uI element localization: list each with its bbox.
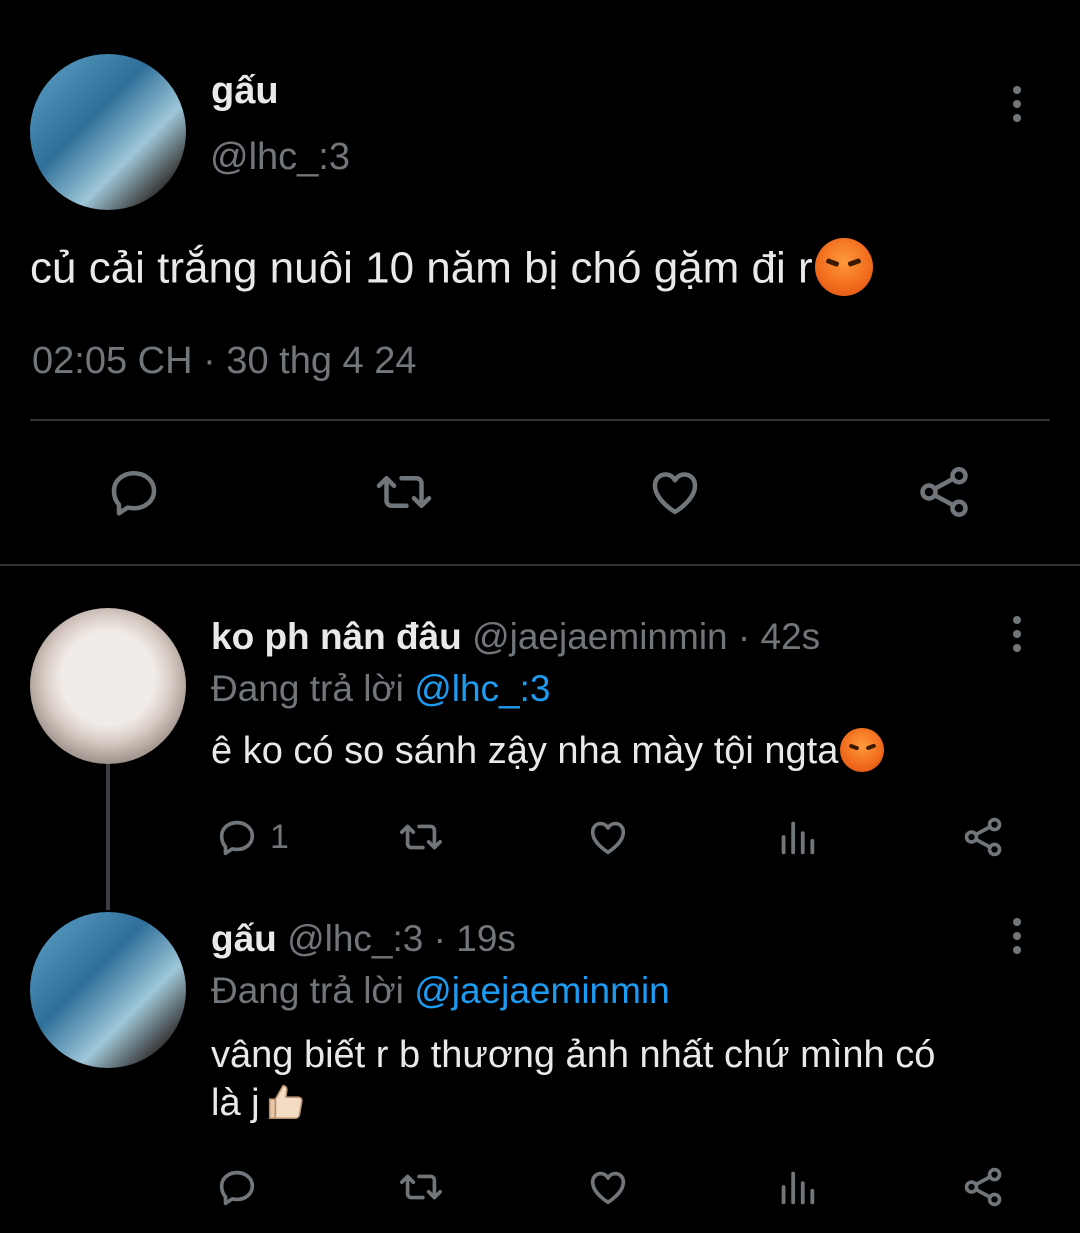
display-name[interactable]: gấu bbox=[211, 918, 277, 959]
share-button[interactable] bbox=[960, 814, 1006, 860]
replying-to: Đang trả lời @jaejaeminmin bbox=[211, 970, 670, 1012]
handle[interactable]: @lhc_:3 bbox=[287, 918, 423, 959]
heart-icon bbox=[652, 472, 698, 515]
retweet-button[interactable] bbox=[372, 462, 436, 522]
heart-icon bbox=[590, 821, 626, 855]
share-button[interactable] bbox=[914, 462, 974, 522]
like-button[interactable] bbox=[584, 814, 632, 860]
angry-face-emoji bbox=[840, 727, 885, 772]
reply-count: 1 bbox=[270, 817, 289, 856]
like-button[interactable] bbox=[644, 462, 706, 522]
avatar[interactable] bbox=[30, 54, 186, 210]
tweet-text: củ cải trắng nuôi 10 năm bị chó gặm đi r bbox=[30, 238, 873, 300]
more-icon[interactable] bbox=[1010, 616, 1024, 652]
retweet-icon bbox=[400, 824, 442, 850]
handle[interactable]: @jaejaeminmin bbox=[472, 616, 728, 657]
tweet-text: ê ko có so sánh zậy nha mày tội ngta bbox=[211, 727, 885, 775]
analytics-icon bbox=[781, 821, 815, 855]
thumbs-up-emoji bbox=[268, 1084, 303, 1119]
reply-header: ko ph nân đâu @jaejaeminmin · 42s bbox=[211, 616, 820, 658]
like-button[interactable] bbox=[584, 1164, 632, 1210]
tweet-age[interactable]: 42s bbox=[761, 616, 821, 657]
separator: · bbox=[433, 918, 446, 959]
display-name[interactable]: gấu bbox=[211, 70, 279, 113]
heart-icon bbox=[590, 1171, 626, 1205]
tweet-thread: gấu @lhc_:3 củ cải trắng nuôi 10 năm bị … bbox=[0, 0, 1080, 1233]
mention-link[interactable]: @jaejaeminmin bbox=[414, 970, 670, 1011]
thread-line bbox=[106, 764, 110, 910]
divider bbox=[30, 419, 1050, 421]
angry-face-emoji bbox=[814, 238, 873, 296]
avatar[interactable] bbox=[30, 912, 186, 1068]
display-name[interactable]: ko ph nân đâu bbox=[211, 616, 462, 657]
retweet-button[interactable] bbox=[396, 1164, 446, 1210]
retweet-button[interactable] bbox=[396, 814, 446, 860]
views-button[interactable] bbox=[774, 1164, 820, 1210]
handle[interactable]: @lhc_:3 bbox=[210, 136, 350, 179]
section-divider bbox=[0, 564, 1080, 566]
tweet-text-body: là j bbox=[211, 1082, 260, 1124]
more-icon[interactable] bbox=[1010, 86, 1024, 122]
retweet-icon bbox=[376, 476, 432, 508]
reply-header: gấu @lhc_:3 · 19s bbox=[211, 918, 516, 960]
reply-icon bbox=[111, 471, 157, 516]
mention-link[interactable]: @lhc_:3 bbox=[414, 668, 550, 709]
tweet-text-body: củ cải trắng nuôi 10 năm bị chó gặm đi r bbox=[30, 243, 813, 293]
reply-button[interactable] bbox=[104, 462, 164, 522]
separator: · bbox=[737, 616, 751, 657]
reply-button[interactable]: 1 bbox=[214, 814, 289, 860]
more-icon[interactable] bbox=[1010, 918, 1024, 954]
replying-prefix: Đang trả lời bbox=[211, 668, 404, 709]
share-icon bbox=[920, 467, 968, 517]
share-icon bbox=[964, 1167, 1002, 1207]
tweet-age[interactable]: 19s bbox=[456, 918, 516, 959]
timestamp[interactable]: 02:05 CH · 30 thg 4 24 bbox=[32, 340, 416, 383]
tweet-text-line1: vâng biết r b thương ảnh nhất chứ mình c… bbox=[211, 1034, 936, 1076]
views-button[interactable] bbox=[774, 814, 820, 860]
tweet-text-line2: là j bbox=[211, 1082, 308, 1125]
replying-prefix: Đang trả lời bbox=[211, 970, 404, 1011]
share-button[interactable] bbox=[960, 1164, 1006, 1210]
analytics-icon bbox=[781, 1171, 815, 1205]
reply-icon bbox=[219, 1170, 255, 1206]
reply-icon bbox=[219, 820, 255, 856]
reply-button[interactable] bbox=[214, 1164, 260, 1210]
avatar[interactable] bbox=[30, 608, 186, 764]
tweet-text-body: ê ko có so sánh zậy nha mày tội ngta bbox=[211, 730, 839, 772]
replying-to: Đang trả lời @lhc_:3 bbox=[211, 668, 550, 710]
share-icon bbox=[964, 817, 1002, 857]
retweet-icon bbox=[400, 1174, 442, 1200]
